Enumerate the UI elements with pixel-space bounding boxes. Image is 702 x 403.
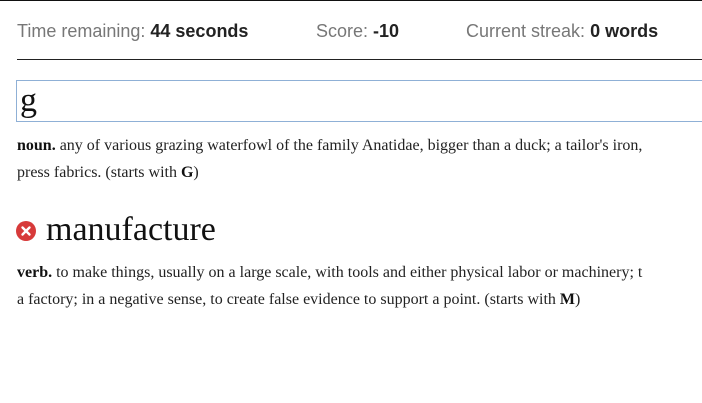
current-part-of-speech: noun. <box>17 137 56 154</box>
top-border <box>0 0 702 1</box>
score-value: -10 <box>373 21 400 41</box>
missed-definition-line1: to make things, usually on a large scale… <box>56 264 643 281</box>
time-label: Time remaining: <box>17 21 146 41</box>
current-close-paren: ) <box>193 164 199 181</box>
current-definition-line1: any of various grazing waterfowl of the … <box>59 137 643 154</box>
divider <box>17 59 702 60</box>
current-starts-with: G <box>180 164 194 181</box>
missed-definition-line2: a factory; in a negative sense, to creat… <box>17 291 560 308</box>
missed-part-of-speech: verb. <box>17 264 53 281</box>
time-value: 44 seconds <box>150 21 249 41</box>
current-definition: noun. any of various grazing waterfowl o… <box>17 132 702 186</box>
missed-close-paren: ) <box>575 291 581 308</box>
missed-word: manufacture <box>46 211 216 248</box>
answer-input[interactable] <box>16 80 702 122</box>
missed-definition: verb. to make things, usually on a large… <box>17 259 702 313</box>
streak-label: Current streak: <box>466 21 586 41</box>
stats-bar: Time remaining: 44 seconds Score: -10 Cu… <box>17 21 702 45</box>
score-label: Score: <box>316 21 369 41</box>
score: Score: -10 <box>316 21 399 42</box>
current-definition-line2: press fabrics. (starts with <box>17 164 181 181</box>
time-remaining: Time remaining: 44 seconds <box>17 21 248 42</box>
missed-starts-with: M <box>559 291 576 308</box>
streak-value: 0 words <box>590 21 659 41</box>
current-streak: Current streak: 0 words <box>466 21 658 42</box>
wrong-x-icon <box>16 221 36 241</box>
